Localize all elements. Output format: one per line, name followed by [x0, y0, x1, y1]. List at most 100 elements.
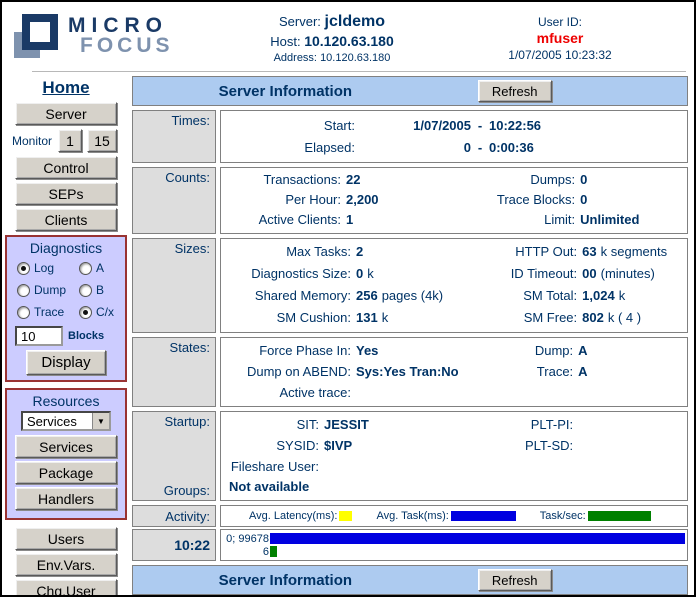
radio-log[interactable]: Log — [17, 261, 79, 275]
refresh-button-bottom[interactable]: Refresh — [478, 569, 552, 591]
monitor-15-button[interactable]: 15 — [87, 129, 117, 152]
address-label: Address: — [274, 52, 317, 64]
diagnostics-title: Diagnostics — [7, 240, 125, 256]
id-timeout-label: ID Timeout: — [461, 263, 577, 285]
fileshare-user-label: Fileshare User: — [223, 456, 319, 477]
shared-memory-value: 256pages (4k) — [356, 285, 461, 307]
radio-dump-label: Dump — [34, 283, 66, 297]
history-row1-bar — [270, 533, 685, 544]
legend-latency-swatch — [339, 511, 352, 521]
legend-task-ms: Avg. Task(ms): — [376, 510, 515, 522]
plt-sd-label: PLT-SD: — [461, 435, 573, 456]
control-button[interactable]: Control — [15, 156, 117, 179]
radio-cx[interactable]: C/x — [79, 305, 125, 319]
shared-memory-label: Shared Memory: — [223, 285, 351, 307]
trace-blocks-label: Trace Blocks: — [461, 190, 575, 210]
radio-log-icon[interactable] — [17, 262, 30, 275]
times-body: Start: 1/07/2005 - 10:22:56 Elapsed: 0 -… — [220, 110, 688, 163]
history-row1-value: 0; 99678 — [223, 533, 269, 545]
start-label: Start: — [223, 115, 355, 137]
legend-task-sec-swatch — [588, 511, 651, 521]
sm-free-label: SM Free: — [461, 307, 577, 329]
micro-focus-logo: MICRO FOCUS — [14, 14, 174, 60]
states-section: States: Force Phase In:Yes Dump on ABEND… — [132, 337, 688, 407]
radio-dump-icon[interactable] — [17, 284, 30, 297]
start-time: 10:22:56 — [489, 115, 681, 137]
display-button[interactable]: Display — [26, 350, 106, 375]
resources-select[interactable]: Services ▼ — [21, 411, 111, 431]
resources-title: Resources — [7, 393, 125, 409]
logo-square-navy — [22, 14, 58, 50]
legend-latency-label: Avg. Latency(ms): — [249, 510, 337, 522]
address-value: 10.120.63.180 — [320, 52, 390, 64]
user-identity: User ID: mfuser 1/07/2005 10:23:32 — [508, 15, 611, 62]
history-time-label: 10:22 — [132, 529, 216, 561]
times-elapsed-row: Elapsed: 0 - 0:00:36 — [223, 137, 681, 159]
radio-a-icon[interactable] — [79, 262, 92, 275]
monitor-1-button[interactable]: 1 — [58, 129, 82, 152]
force-phase-in-value: Yes — [356, 340, 461, 361]
elapsed-days: 0 — [355, 137, 471, 159]
radio-trace-label: Trace — [34, 305, 64, 319]
main-footer-bar: Server Information Refresh — [132, 565, 688, 595]
chguser-button[interactable]: Chg.User — [15, 579, 117, 597]
handlers-button[interactable]: Handlers — [15, 487, 117, 510]
users-button[interactable]: Users — [15, 527, 117, 550]
start-separator: - — [471, 115, 489, 137]
server-line: Server: jcldemo — [270, 13, 394, 31]
radio-a[interactable]: A — [79, 261, 125, 275]
blocks-input[interactable] — [15, 326, 63, 346]
radio-dump[interactable]: Dump — [17, 283, 79, 297]
monitor-row: Monitor 1 15 — [12, 129, 130, 152]
per-hour-value: 2,200 — [346, 190, 461, 210]
counts-section-label: Counts: — [132, 167, 216, 234]
radio-trace[interactable]: Trace — [17, 305, 79, 319]
chevron-down-icon[interactable]: ▼ — [92, 413, 109, 429]
address-line: Address: 10.120.63.180 — [270, 52, 394, 64]
active-trace-label: Active trace: — [223, 382, 351, 403]
clients-button[interactable]: Clients — [15, 208, 117, 231]
package-button[interactable]: Package — [15, 461, 117, 484]
activity-history-section: 10:22 0; 99678 6 — [132, 529, 688, 561]
envvars-button[interactable]: Env.Vars. — [15, 553, 117, 576]
dump-state-value: A — [578, 340, 681, 361]
radio-b[interactable]: B — [79, 283, 125, 297]
server-button[interactable]: Server — [15, 102, 117, 125]
sysid-value: $IVP — [324, 435, 461, 456]
http-out-label: HTTP Out: — [461, 241, 577, 263]
home-link[interactable]: Home — [2, 78, 130, 98]
startup-section-label: Startup: Groups: — [132, 411, 216, 501]
activity-legend: Avg. Latency(ms): Avg. Task(ms): Task/se… — [220, 505, 688, 527]
sm-cushion-label: SM Cushion: — [223, 307, 351, 329]
services-button[interactable]: Services — [15, 435, 117, 458]
sizes-section: Sizes: Max Tasks: 2 Diagnostics Size: 0k… — [132, 238, 688, 333]
trace-state-value: A — [578, 361, 681, 382]
radio-trace-icon[interactable] — [17, 306, 30, 319]
start-date: 1/07/2005 — [355, 115, 471, 137]
legend-latency: Avg. Latency(ms): — [249, 510, 352, 522]
dumps-value: 0 — [580, 170, 681, 190]
active-clients-value: 1 — [346, 210, 461, 230]
page-title: Server Information — [133, 83, 438, 100]
micro-focus-logo-icon — [14, 14, 60, 60]
http-out-value: 63k segments — [582, 241, 681, 263]
dumps-label: Dumps: — [461, 170, 575, 190]
logo-word-focus: FOCUS — [80, 36, 174, 56]
radio-cx-icon[interactable] — [79, 306, 92, 319]
radio-b-icon[interactable] — [79, 284, 92, 297]
server-name: jcldemo — [325, 13, 385, 30]
id-timeout-value: 00(minutes) — [582, 263, 681, 285]
startup-body: SIT:JESSIT SYSID:$IVP Fileshare User: PL… — [220, 411, 688, 501]
plt-sd-value — [578, 435, 681, 456]
seps-button[interactable]: SEPs — [15, 182, 117, 205]
limit-label: Limit: — [461, 210, 575, 230]
logo-text: MICRO FOCUS — [68, 14, 174, 56]
refresh-button-top[interactable]: Refresh — [478, 80, 552, 102]
startup-label: Startup: — [164, 414, 210, 429]
times-start-row: Start: 1/07/2005 - 10:22:56 — [223, 115, 681, 137]
header-divider — [32, 71, 686, 72]
main-panel: Server Information Refresh Times: Start:… — [130, 72, 694, 595]
sm-total-label: SM Total: — [461, 285, 577, 307]
legend-task-ms-swatch — [451, 511, 516, 521]
host-line: Host: 10.120.63.180 — [270, 33, 394, 49]
